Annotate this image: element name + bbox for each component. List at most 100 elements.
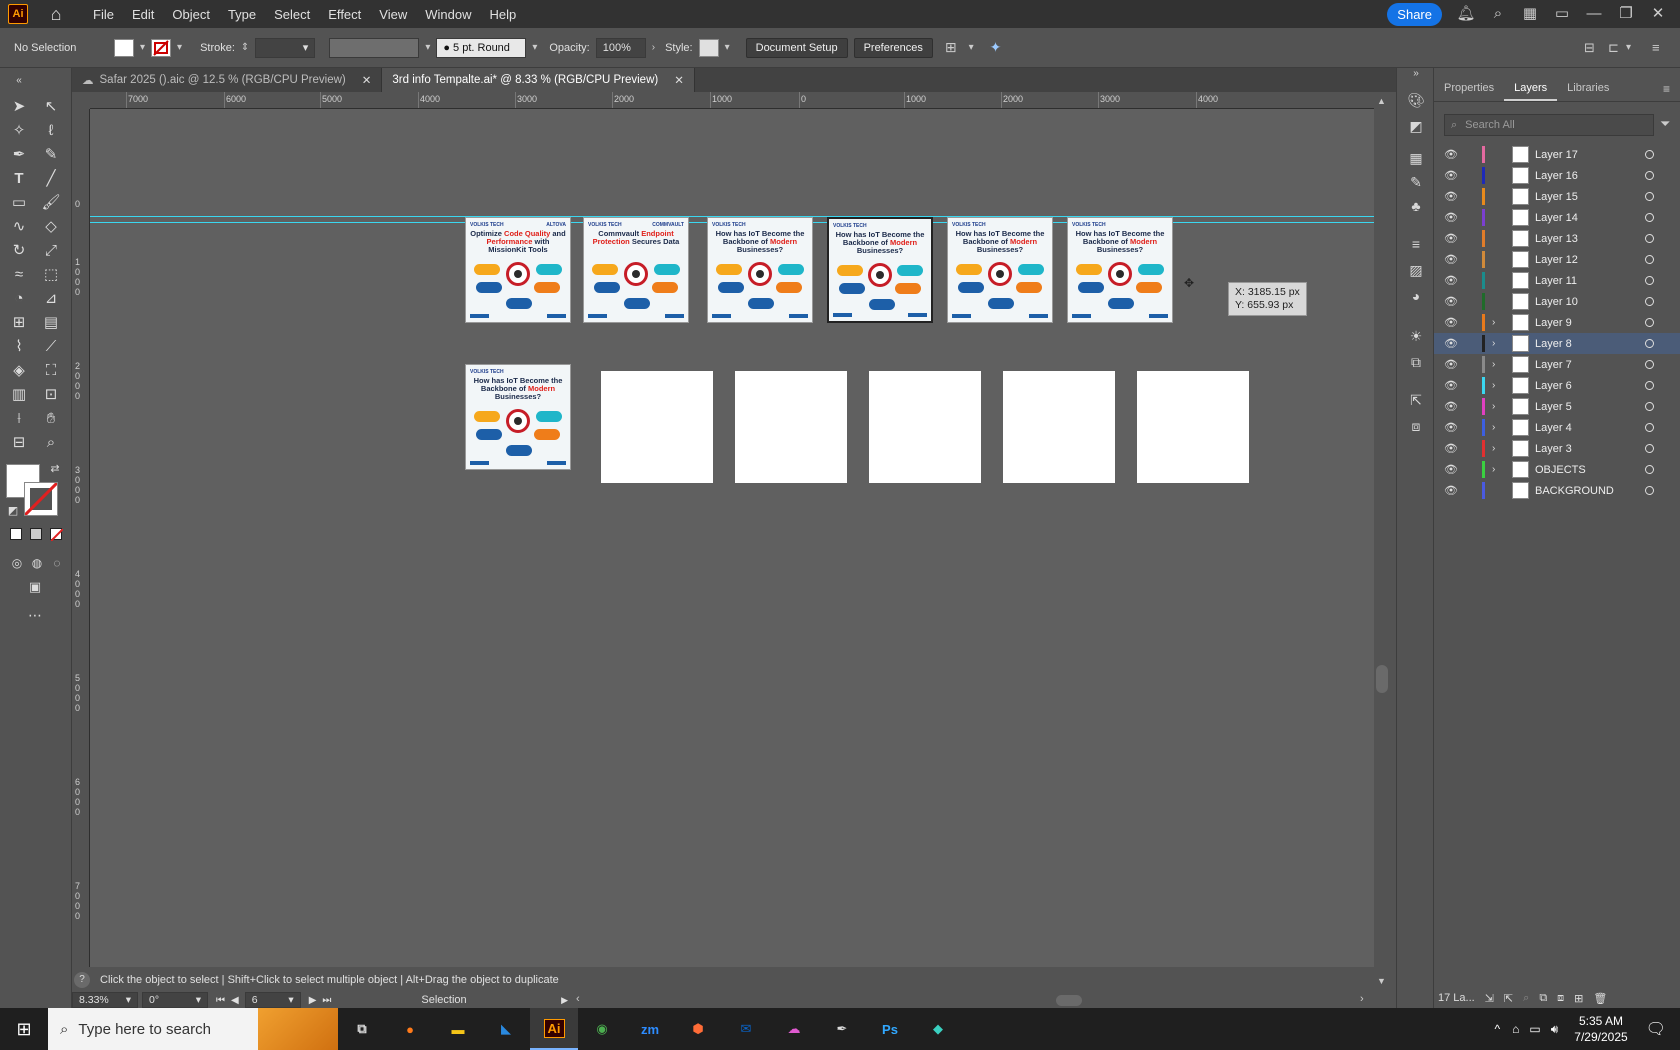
- target-circle-icon[interactable]: [1645, 360, 1654, 369]
- style-swatch[interactable]: [698, 38, 719, 57]
- target-circle-icon[interactable]: [1645, 234, 1654, 243]
- eye-icon[interactable]: 👁︎: [1444, 400, 1460, 413]
- menu-file[interactable]: File: [84, 7, 123, 22]
- stroke-panel-icon[interactable]: ≡: [1406, 234, 1426, 254]
- panel-menu-icon[interactable]: ≡: [1652, 40, 1660, 55]
- export-icon[interactable]: ⇱: [1406, 390, 1426, 410]
- panel-menu-icon[interactable]: ≡: [1653, 78, 1680, 101]
- layer-row[interactable]: 👁︎ › Layer 4: [1434, 417, 1680, 438]
- graph-tool-icon[interactable]: ▥: [8, 384, 30, 406]
- eye-icon[interactable]: 👁︎: [1444, 337, 1460, 350]
- menu-object[interactable]: Object: [163, 7, 219, 22]
- target-circle-icon[interactable]: [1645, 318, 1654, 327]
- shaper-tool-icon[interactable]: ∿: [8, 216, 30, 238]
- artboards-panel-icon[interactable]: ⧈: [1406, 416, 1426, 436]
- align-icon[interactable]: ⊟: [1584, 40, 1595, 56]
- chevron-down-icon[interactable]: ▾: [725, 42, 730, 53]
- artboard[interactable]: [869, 371, 981, 483]
- swap-colors-icon[interactable]: ⇄: [44, 458, 66, 480]
- locate-object-icon[interactable]: ⌕: [1523, 992, 1529, 1005]
- mesh-tool-icon[interactable]: ⊞: [8, 312, 30, 334]
- artboard[interactable]: [1003, 371, 1115, 483]
- artboard[interactable]: [735, 371, 847, 483]
- horizontal-ruler[interactable]: 7000 6000 5000 4000 3000 2000 1000 0 1000 2000 300…: [90, 92, 1374, 109]
- horizontal-scrollbar[interactable]: ‹ ›: [572, 992, 1374, 1008]
- eyedropper-tool-icon[interactable]: ⌇: [8, 336, 30, 358]
- target-circle-icon[interactable]: [1645, 402, 1654, 411]
- layer-name[interactable]: Layer 4: [1535, 422, 1572, 434]
- gradient-mode-icon[interactable]: [30, 528, 42, 540]
- export-layer-icon[interactable]: ⇱: [1504, 992, 1513, 1005]
- target-circle-icon[interactable]: [1645, 444, 1654, 453]
- target-circle-icon[interactable]: [1645, 213, 1654, 222]
- variable-width-field[interactable]: [329, 37, 420, 58]
- vscode-icon[interactable]: ◣: [482, 1008, 530, 1050]
- layer-row[interactable]: 👁︎ Layer 16: [1434, 165, 1680, 186]
- clock[interactable]: 5:35 AM 7/29/2025: [1574, 1013, 1627, 1045]
- eye-icon[interactable]: 👁︎: [1444, 232, 1460, 245]
- windows-start-icon[interactable]: ⊞: [0, 1008, 48, 1050]
- gradient-tool-icon[interactable]: ▤: [40, 312, 62, 334]
- arrange-documents-icon[interactable]: ▦: [1520, 4, 1540, 24]
- firefox-icon[interactable]: ●: [386, 1008, 434, 1050]
- layer-row[interactable]: 👁︎ BACKGROUND: [1434, 480, 1680, 501]
- infographic-artboard[interactable]: VOLKIS TECH How has IoT Become the Backbo…: [465, 364, 571, 470]
- eye-icon[interactable]: 👁︎: [1444, 316, 1460, 329]
- photoshop-icon[interactable]: Ps: [866, 1008, 914, 1050]
- chrome-icon[interactable]: ◉: [578, 1008, 626, 1050]
- eye-icon[interactable]: 👁︎: [1444, 148, 1460, 161]
- layer-row[interactable]: 👁︎ › Layer 3: [1434, 438, 1680, 459]
- target-circle-icon[interactable]: [1645, 339, 1654, 348]
- layer-row[interactable]: 👁︎ Layer 12: [1434, 249, 1680, 270]
- layer-name[interactable]: Layer 8: [1535, 338, 1572, 350]
- scroll-left-icon[interactable]: ‹: [576, 993, 580, 1005]
- vertical-ruler[interactable]: 0 1000 2000 3000 4000 5000 6000 7000: [72, 109, 90, 967]
- symbols-icon[interactable]: ♣: [1406, 196, 1426, 216]
- chevron-right-icon[interactable]: ›: [1492, 422, 1495, 433]
- eye-icon[interactable]: 👁︎: [1444, 442, 1460, 455]
- layer-name[interactable]: Layer 17: [1535, 149, 1578, 161]
- filter-icon[interactable]: ⏷: [1660, 116, 1670, 132]
- menu-window[interactable]: Window: [416, 7, 480, 22]
- menu-select[interactable]: Select: [265, 7, 319, 22]
- task-view-icon[interactable]: ⧉: [338, 1008, 386, 1050]
- hand-tool-icon[interactable]: ✋︎: [40, 408, 62, 430]
- postman-icon[interactable]: ⬢: [674, 1008, 722, 1050]
- new-sublayer-icon[interactable]: ⧈: [1557, 992, 1564, 1005]
- close-icon[interactable]: ✕: [674, 73, 684, 87]
- scale-tool-icon[interactable]: ⤢: [40, 240, 62, 262]
- eye-icon[interactable]: 👁︎: [1444, 169, 1460, 182]
- layer-name[interactable]: OBJECTS: [1535, 464, 1586, 476]
- selection-tool-icon[interactable]: ➤: [8, 96, 30, 118]
- stroke-swatch[interactable]: [151, 38, 172, 57]
- eye-icon[interactable]: 👁︎: [1444, 253, 1460, 266]
- menu-edit[interactable]: Edit: [123, 7, 163, 22]
- layer-row[interactable]: 👁︎ Layer 15: [1434, 186, 1680, 207]
- next-artboard-icon[interactable]: ▶: [309, 995, 317, 1006]
- rotation-field[interactable]: 0° ▾: [142, 992, 208, 1008]
- target-circle-icon[interactable]: [1645, 423, 1654, 432]
- eye-icon[interactable]: 👁︎: [1444, 190, 1460, 203]
- layer-name[interactable]: BACKGROUND: [1535, 485, 1614, 497]
- notifications-icon[interactable]: 🗨︎: [1646, 1019, 1666, 1039]
- chevron-down-icon[interactable]: ▾: [177, 42, 182, 53]
- tab-properties[interactable]: Properties: [1434, 78, 1504, 101]
- tab-libraries[interactable]: Libraries: [1557, 78, 1619, 101]
- outlook-icon[interactable]: ✉: [722, 1008, 770, 1050]
- layer-row[interactable]: 👁︎ Layer 14: [1434, 207, 1680, 228]
- none-mode-icon[interactable]: [50, 528, 64, 542]
- chevron-right-icon[interactable]: ›: [1492, 338, 1495, 349]
- gradient-panel-icon[interactable]: ▨: [1406, 260, 1426, 280]
- chevron-right-icon[interactable]: ›: [1492, 401, 1495, 412]
- network-icon[interactable]: ⌂: [1512, 1022, 1519, 1036]
- lasso-tool-icon[interactable]: ℓ: [40, 120, 62, 142]
- swatches-icon[interactable]: ▦: [1406, 148, 1426, 168]
- chevron-right-icon[interactable]: ›: [1492, 317, 1495, 328]
- horizontal-scroll-thumb[interactable]: [1056, 995, 1082, 1006]
- menu-effect[interactable]: Effect: [319, 7, 370, 22]
- layer-row[interactable]: 👁︎ › Layer 5: [1434, 396, 1680, 417]
- chevron-down-icon[interactable]: ▾: [532, 42, 537, 53]
- default-colors-icon[interactable]: ◩: [2, 500, 24, 522]
- layer-row[interactable]: 👁︎ › Layer 8: [1434, 333, 1680, 354]
- layer-row[interactable]: 👁︎ › Layer 9: [1434, 312, 1680, 333]
